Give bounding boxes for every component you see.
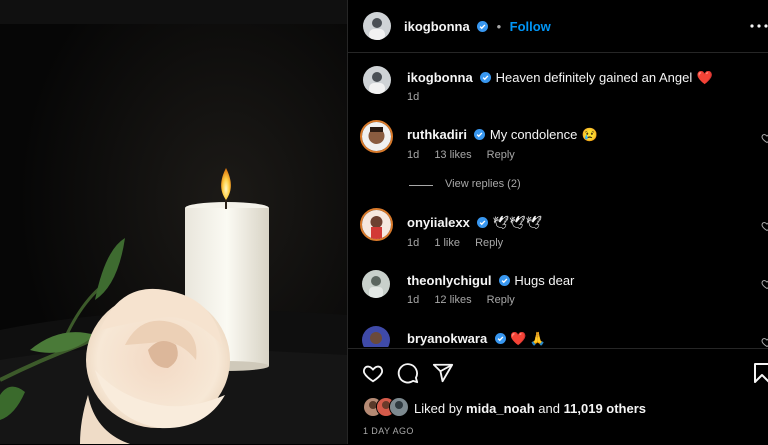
liked-by-user[interactable]: mida_noah	[466, 401, 535, 416]
reply-button[interactable]: Reply	[475, 237, 503, 249]
comment-time: 1d	[407, 237, 420, 249]
verified-badge-icon	[494, 333, 506, 344]
comment-text: ❤️ 🙏	[510, 331, 547, 346]
share-icon[interactable]	[432, 362, 454, 384]
comment-like-icon[interactable]	[761, 278, 768, 290]
comment-avatar[interactable]	[362, 270, 390, 298]
comment-emoji: 😢	[581, 127, 598, 142]
comment-likes[interactable]: 12 likes	[434, 294, 471, 306]
view-replies[interactable]: View replies (2)	[348, 178, 768, 192]
comment-avatar[interactable]	[360, 120, 393, 153]
comment-username[interactable]: theonlychigul	[407, 273, 492, 288]
caption-avatar[interactable]	[363, 66, 391, 94]
heart-icon[interactable]	[362, 362, 384, 384]
replies-line	[409, 185, 433, 186]
candle-rose-image	[0, 0, 347, 444]
comment-like-icon[interactable]	[761, 132, 768, 144]
comment-item: bryanokwara ❤️ 🙏	[348, 326, 768, 347]
verified-badge-icon	[477, 21, 489, 32]
comment-likes[interactable]: 1 like	[434, 237, 460, 249]
verified-badge-icon	[477, 217, 489, 228]
reply-button[interactable]: Reply	[487, 149, 515, 161]
comment-avatar[interactable]	[362, 326, 390, 347]
author-username[interactable]: ikogbonna	[404, 19, 470, 34]
caption-time: 1d	[407, 91, 420, 103]
verified-badge-icon	[474, 129, 486, 140]
comment-username[interactable]: onyiialexx	[407, 215, 470, 230]
header-separator: •	[496, 19, 502, 34]
comment-avatar[interactable]	[360, 208, 393, 241]
post-header: ikogbonna • Follow	[348, 0, 768, 53]
comment-username[interactable]: ruthkadiri	[407, 127, 467, 142]
reply-button[interactable]: Reply	[487, 294, 515, 306]
liked-by-middle: and	[538, 401, 560, 416]
liked-by-text: Liked by mida_noah and 11,019 others	[414, 401, 646, 416]
follow-button[interactable]: Follow	[510, 19, 551, 34]
more-options-icon[interactable]	[749, 16, 768, 36]
caption-username[interactable]: ikogbonna	[407, 70, 473, 85]
liked-by-prefix: Liked by	[414, 401, 463, 416]
post-details-panel: ikogbonna • Follow ikogbonna Heaven defi…	[347, 0, 768, 444]
comment-likes[interactable]: 13 likes	[434, 149, 471, 161]
bookmark-icon[interactable]	[752, 362, 768, 384]
liker-avatars[interactable]	[363, 397, 411, 417]
comment-time: 1d	[407, 149, 420, 161]
comment-text: Hugs dear	[514, 273, 575, 288]
caption-emoji: ❤️	[696, 70, 713, 85]
comment-like-icon[interactable]	[761, 336, 768, 347]
comment-time: 1d	[407, 294, 420, 306]
caption-text: Heaven definitely gained an Angel	[495, 70, 693, 85]
post-timestamp[interactable]: 1 DAY AGO	[363, 426, 414, 436]
post-photo	[0, 0, 347, 444]
comment-like-icon[interactable]	[761, 220, 768, 232]
liked-by-count[interactable]: 11,019 others	[564, 401, 646, 416]
comment-username[interactable]: bryanokwara	[407, 331, 487, 346]
comment-icon[interactable]	[397, 362, 419, 384]
author-avatar[interactable]	[363, 12, 391, 40]
verified-badge-icon	[480, 72, 492, 83]
comment-text: 🕊🕊🕊	[492, 215, 543, 230]
comment-text: My condolence	[489, 127, 578, 142]
view-replies-label[interactable]: View replies (2)	[445, 178, 521, 190]
verified-badge-icon	[498, 275, 510, 286]
